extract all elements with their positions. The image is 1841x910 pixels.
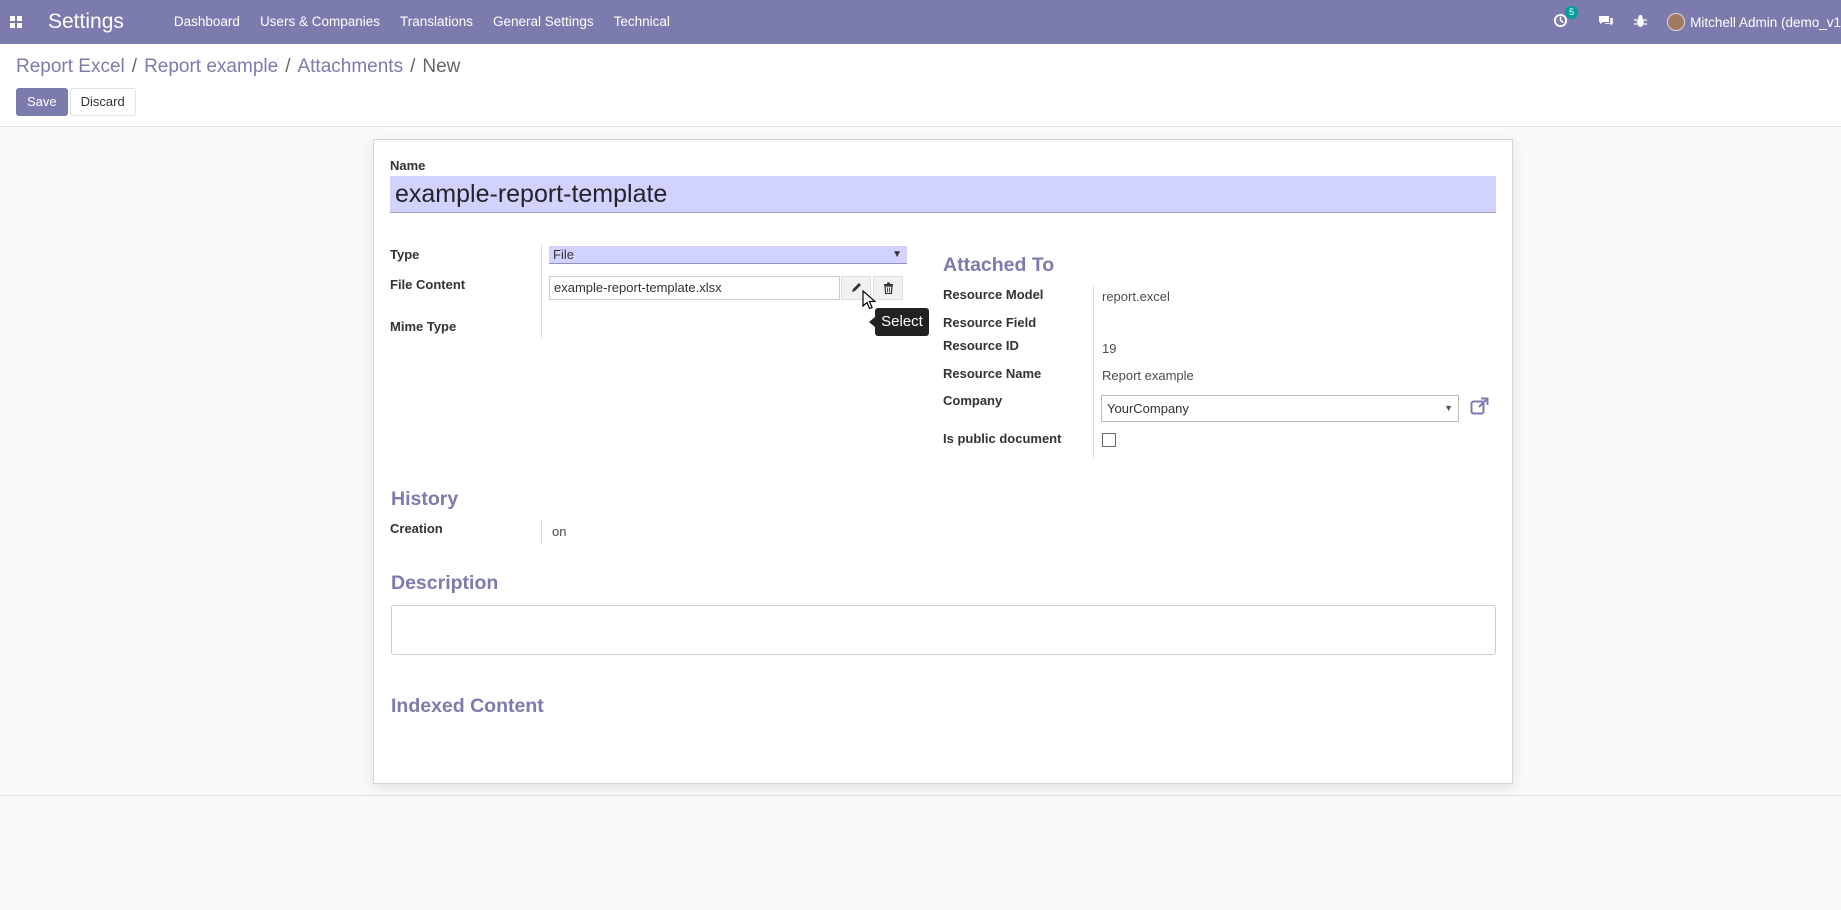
file-content-input[interactable]: example-report-template.xlsx bbox=[549, 276, 840, 300]
resource-id-label: Resource ID bbox=[943, 338, 1019, 353]
select-tooltip: Select bbox=[869, 308, 929, 336]
resource-id-value: 19 bbox=[1102, 341, 1117, 356]
creation-label: Creation bbox=[390, 521, 443, 536]
pencil-icon bbox=[852, 283, 861, 292]
history-title: History bbox=[391, 488, 459, 510]
resource-field-label: Resource Field bbox=[943, 315, 1037, 330]
company-select-value: YourCompany bbox=[1107, 401, 1189, 416]
description-title: Description bbox=[391, 572, 499, 594]
systray: 5 Mitchell Admin (demo_v1 bbox=[1543, 0, 1841, 44]
breadcrumb-separator: / bbox=[131, 56, 138, 77]
type-select-value: File bbox=[553, 247, 574, 262]
divider bbox=[541, 520, 542, 544]
resource-model-value: report.excel bbox=[1102, 289, 1170, 304]
attached-to-title: Attached To bbox=[943, 254, 1055, 276]
external-link-icon[interactable] bbox=[1470, 397, 1489, 419]
type-select[interactable]: File ▼ bbox=[549, 246, 907, 264]
activity-clock-icon[interactable]: 5 bbox=[1553, 6, 1579, 31]
caret-down-icon: ▼ bbox=[892, 249, 902, 260]
trash-icon bbox=[883, 282, 893, 294]
breadcrumb-report-excel[interactable]: Report Excel bbox=[16, 56, 125, 78]
description-field[interactable] bbox=[391, 605, 1496, 655]
mime-type-label: Mime Type bbox=[390, 319, 457, 334]
breadcrumb-current: New bbox=[422, 56, 461, 77]
breadcrumb-report-example[interactable]: Report example bbox=[144, 56, 278, 78]
breadcrumb-separator: / bbox=[285, 56, 291, 77]
main-menu: Dashboard Users & Companies Translations… bbox=[164, 0, 680, 44]
menu-dashboard[interactable]: Dashboard bbox=[164, 0, 250, 44]
user-name: Mitchell Admin (demo_v1 bbox=[1690, 14, 1841, 30]
control-panel: Report Excel / Report example / Attachme… bbox=[0, 44, 1841, 127]
menu-general-settings[interactable]: General Settings bbox=[483, 0, 604, 44]
resource-model-label: Resource Model bbox=[943, 287, 1044, 302]
avatar bbox=[1667, 13, 1686, 31]
indexed-content-title: Indexed Content bbox=[391, 695, 544, 717]
app-title[interactable]: Settings bbox=[48, 10, 124, 34]
breadcrumb-attachments[interactable]: Attachments bbox=[297, 56, 403, 78]
is-public-checkbox[interactable] bbox=[1102, 433, 1116, 447]
discard-button[interactable]: Discard bbox=[69, 88, 136, 116]
caret-down-icon: ▼ bbox=[1444, 403, 1453, 413]
divider bbox=[1093, 286, 1094, 458]
resource-name-value: Report example bbox=[1102, 368, 1194, 383]
chat-icon[interactable] bbox=[1598, 14, 1614, 31]
breadcrumb-separator: / bbox=[410, 56, 416, 77]
divider bbox=[541, 244, 542, 338]
top-navbar: Settings Dashboard Users & Companies Tra… bbox=[0, 0, 1841, 44]
apps-menu-icon[interactable] bbox=[0, 0, 32, 44]
menu-users-companies[interactable]: Users & Companies bbox=[250, 0, 390, 44]
save-button[interactable]: Save bbox=[16, 88, 68, 116]
delete-file-button[interactable] bbox=[873, 276, 903, 300]
name-label: Name bbox=[390, 158, 426, 173]
breadcrumb: Report Excel / Report example / Attachme… bbox=[16, 56, 460, 78]
type-label: Type bbox=[390, 247, 420, 262]
activity-count-badge: 5 bbox=[1565, 6, 1579, 19]
is-public-label: Is public document bbox=[943, 431, 1062, 446]
menu-technical[interactable]: Technical bbox=[604, 0, 680, 44]
form-buttons: Save Discard bbox=[16, 88, 138, 116]
name-input[interactable]: example-report-template bbox=[390, 176, 1496, 213]
menu-translations[interactable]: Translations bbox=[390, 0, 483, 44]
creation-value: on bbox=[552, 524, 567, 539]
debug-bug-icon[interactable] bbox=[1634, 14, 1648, 31]
mouse-cursor-icon bbox=[862, 290, 876, 310]
form-sheet: Name example-report-template Type File ▼… bbox=[373, 139, 1513, 784]
company-select[interactable]: YourCompany ▼ bbox=[1101, 395, 1459, 422]
user-menu[interactable]: Mitchell Admin (demo_v1 bbox=[1667, 13, 1841, 31]
file-content-label: File Content bbox=[390, 277, 466, 292]
resource-name-label: Resource Name bbox=[943, 366, 1042, 381]
company-label: Company bbox=[943, 393, 1003, 408]
